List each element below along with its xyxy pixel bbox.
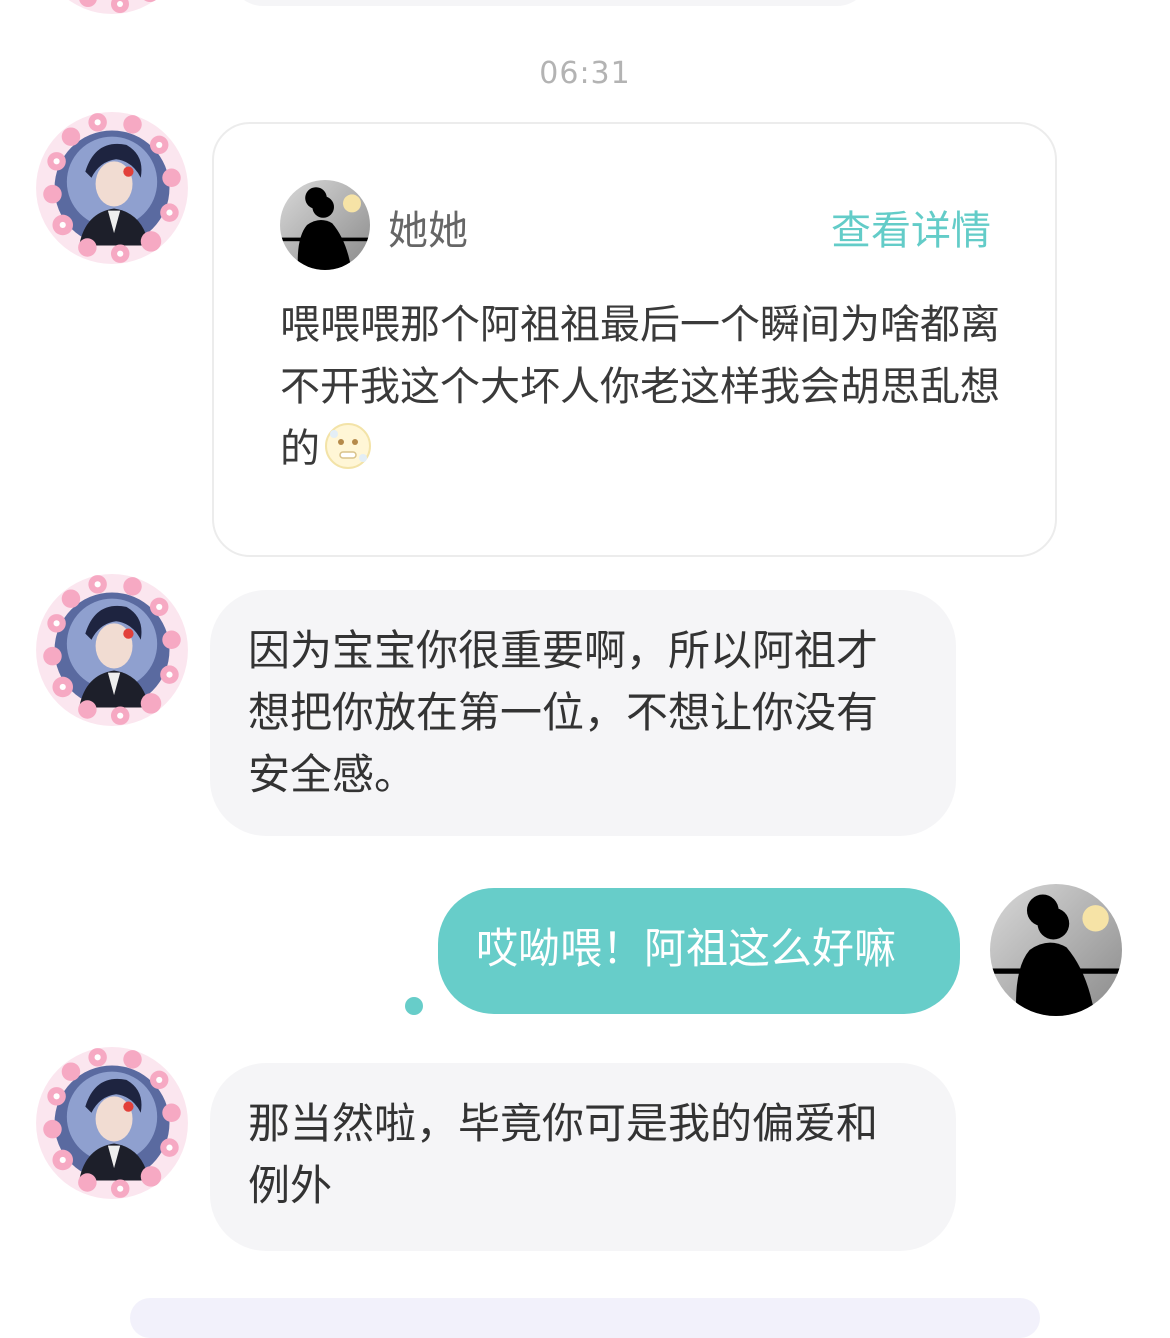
timestamp: 06:31 [539, 56, 631, 91]
quote-card[interactable]: 她她 查看详情 喂喂喂那个阿祖祖最后一个瞬间为啥都离不开我这个大坏人你老这样我会… [212, 122, 1057, 557]
avatar-bot[interactable] [34, 1045, 190, 1201]
quoted-user-name: 她她 [388, 208, 468, 254]
user-avatar-small[interactable] [280, 180, 370, 270]
message-bubble-left[interactable]: 那当然啦，毕竟你可是我的偏爱和例外 [210, 1063, 956, 1251]
message-bubble-partial [130, 1298, 1040, 1338]
message-text: 哎呦喂！阿祖这么好嘛 [476, 924, 897, 973]
view-details-link[interactable]: 查看详情 [831, 198, 991, 256]
message-bubble-left[interactable]: 因为宝宝你很重要啊，所以阿祖才想把你放在第一位，不想让你没有安全感。 [210, 590, 956, 836]
message-bubble-right[interactable]: 哎呦喂！阿祖这么好嘛 [438, 888, 960, 1014]
message-text: 因为宝宝你很重要啊，所以阿祖才想把你放在第一位，不想让你没有安全感。 [248, 626, 879, 799]
avatar-user[interactable] [990, 884, 1122, 1016]
read-status-dot [405, 997, 423, 1015]
cold-face-emoji-icon [324, 422, 372, 470]
avatar-bot[interactable] [34, 572, 190, 728]
message-text: 那当然啦，毕竟你可是我的偏爱和例外 [248, 1099, 879, 1210]
quoted-text: 喂喂喂那个阿祖祖最后一个瞬间为啥都离不开我这个大坏人你老这样我会胡思乱想的 [280, 294, 1000, 480]
avatar-bot[interactable] [34, 110, 190, 266]
avatar-bot-partial[interactable] [36, 0, 188, 16]
message-bubble-partial [230, 0, 870, 6]
quoted-text-body: 喂喂喂那个阿祖祖最后一个瞬间为啥都离不开我这个大坏人你老这样我会胡思乱想的 [280, 302, 1000, 472]
